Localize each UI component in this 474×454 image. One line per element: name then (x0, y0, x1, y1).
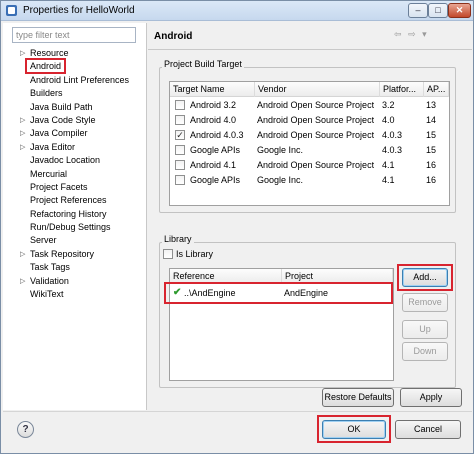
tree-item-java-compiler[interactable]: ▷ Java Compiler (3, 127, 147, 140)
app-icon (6, 5, 17, 16)
tree-item-java-editor[interactable]: ▷ Java Editor (3, 141, 147, 154)
column-header-platform[interactable]: Platfor... (380, 82, 424, 97)
target-checkbox[interactable] (175, 175, 185, 185)
title-bar: Properties for HelloWorld – □ ✕ (1, 1, 473, 21)
tree-item-javadoc-location[interactable]: Javadoc Location (3, 154, 147, 167)
help-icon[interactable]: ? (17, 421, 34, 438)
tree-item-builders[interactable]: Builders (3, 87, 147, 100)
down-button[interactable]: Down (402, 342, 448, 361)
window-title: Properties for HelloWorld (23, 5, 135, 16)
is-library-label: Is Library (176, 249, 214, 259)
expand-arrow-icon[interactable]: ▷ (20, 141, 25, 154)
column-header-api[interactable]: AP... (424, 82, 449, 97)
expand-arrow-icon[interactable]: ▷ (20, 47, 25, 60)
expand-arrow-icon[interactable]: ▷ (20, 114, 25, 127)
expand-arrow-icon[interactable]: ▷ (20, 275, 25, 288)
remove-button[interactable]: Remove (402, 293, 448, 312)
tree-item-task-tags[interactable]: Task Tags (3, 261, 147, 274)
tree-item-run-debug-settings[interactable]: Run/Debug Settings (3, 221, 147, 234)
maximize-button[interactable]: □ (428, 3, 448, 18)
target-checkbox[interactable] (175, 100, 185, 110)
tree-item-android-lint[interactable]: Android Lint Preferences (3, 74, 147, 87)
up-button[interactable]: Up (402, 320, 448, 339)
column-header-vendor[interactable]: Vendor (255, 82, 380, 97)
tree-item-validation[interactable]: ▷ Validation (3, 275, 147, 288)
filter-input[interactable] (12, 27, 136, 43)
tree-item-resource[interactable]: ▷ Resource (3, 47, 147, 60)
cancel-button[interactable]: Cancel (395, 420, 461, 439)
title-separator (148, 49, 472, 50)
highlight-outline (164, 282, 393, 304)
table-row[interactable]: Google APIs Google Inc. 4.0.3 15 (170, 143, 449, 158)
table-row[interactable]: Android 3.2 Android Open Source Project … (170, 98, 449, 113)
footer-separator (3, 411, 472, 412)
tree-item-mercurial[interactable]: Mercurial (3, 168, 147, 181)
expand-arrow-icon[interactable]: ▷ (20, 248, 25, 261)
apply-button[interactable]: Apply (400, 388, 462, 407)
table-header: Target Name Vendor Platfor... AP... (170, 82, 449, 97)
close-button[interactable]: ✕ (448, 3, 471, 18)
property-nav-panel: ▷ Resource Android Android Lint Preferen… (3, 23, 147, 410)
tree-item-project-facets[interactable]: Project Facets (3, 181, 147, 194)
restore-defaults-button[interactable]: Restore Defaults (322, 388, 394, 407)
page-title: Android (154, 31, 193, 42)
target-checkbox[interactable] (175, 160, 185, 170)
tree-item-refactoring-history[interactable]: Refactoring History (3, 208, 147, 221)
view-menu-icon[interactable]: ▾ (422, 29, 427, 39)
tree-item-server[interactable]: Server (3, 234, 147, 247)
table-row[interactable]: Android 4.1 Android Open Source Project … (170, 158, 449, 173)
table-row[interactable]: Google APIs Google Inc. 4.1 16 (170, 173, 449, 188)
properties-dialog: Properties for HelloWorld – □ ✕ ▷ Resour… (0, 0, 474, 454)
page-nav: ⇦ ⇨ ▾ (394, 29, 431, 40)
build-target-table[interactable]: Target Name Vendor Platfor... AP... Andr… (169, 81, 450, 206)
column-header-target-name[interactable]: Target Name (170, 82, 255, 97)
build-target-group-label: Project Build Target (162, 59, 244, 69)
expand-arrow-icon[interactable]: ▷ (20, 127, 25, 140)
table-row[interactable]: ✓ Android 4.0.3 Android Open Source Proj… (170, 128, 449, 143)
library-group-label: Library (162, 234, 194, 244)
tree-item-label-selected: Android (24, 58, 67, 75)
forward-arrow-icon[interactable]: ⇨ (408, 29, 416, 39)
minimize-button[interactable]: – (408, 3, 428, 18)
target-checkbox[interactable] (175, 145, 185, 155)
tree-item-wikitext[interactable]: WikiText (3, 288, 147, 301)
target-checkbox[interactable] (175, 115, 185, 125)
tree-item-android[interactable]: Android (3, 58, 147, 75)
back-arrow-icon[interactable]: ⇦ (394, 29, 402, 39)
tree-item-java-code-style[interactable]: ▷ Java Code Style (3, 114, 147, 127)
ok-button[interactable]: OK (322, 420, 386, 439)
table-row[interactable]: Android 4.0 Android Open Source Project … (170, 113, 449, 128)
tree-item-task-repository[interactable]: ▷ Task Repository (3, 248, 147, 261)
add-button[interactable]: Add... (402, 268, 448, 287)
tree-item-java-build-path[interactable]: Java Build Path (3, 101, 147, 114)
tree-item-project-references[interactable]: Project References (3, 194, 147, 207)
is-library-checkbox[interactable] (163, 249, 173, 259)
property-tree: ▷ Resource Android Android Lint Preferen… (3, 47, 147, 301)
target-checkbox-checked[interactable]: ✓ (175, 130, 185, 140)
